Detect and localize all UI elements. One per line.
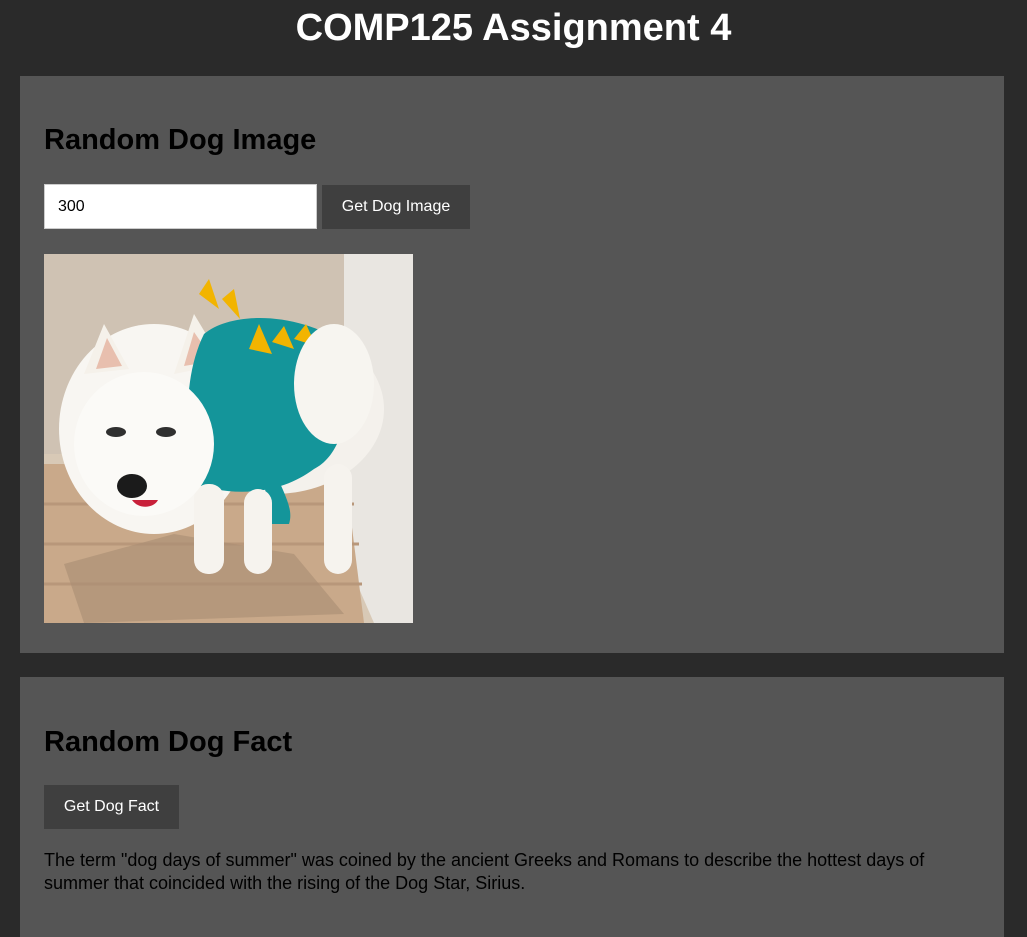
dog-image-panel: Random Dog Image Get Dog Image	[20, 76, 1004, 653]
dog-fact-heading: Random Dog Fact	[44, 726, 293, 758]
page-title: COMP125 Assignment 4	[295, 7, 732, 49]
dog-photo	[44, 254, 413, 623]
get-dog-image-button[interactable]: Get Dog Image	[322, 185, 470, 229]
dog-fact-text: The term "dog days of summer" was coined…	[44, 850, 925, 893]
image-size-input[interactable]	[44, 184, 317, 229]
dog-fact-panel: Random Dog Fact Get Dog Fact The term "d…	[20, 677, 1004, 937]
get-dog-fact-button[interactable]: Get Dog Fact	[44, 785, 179, 829]
dog-image-heading: Random Dog Image	[44, 124, 317, 156]
